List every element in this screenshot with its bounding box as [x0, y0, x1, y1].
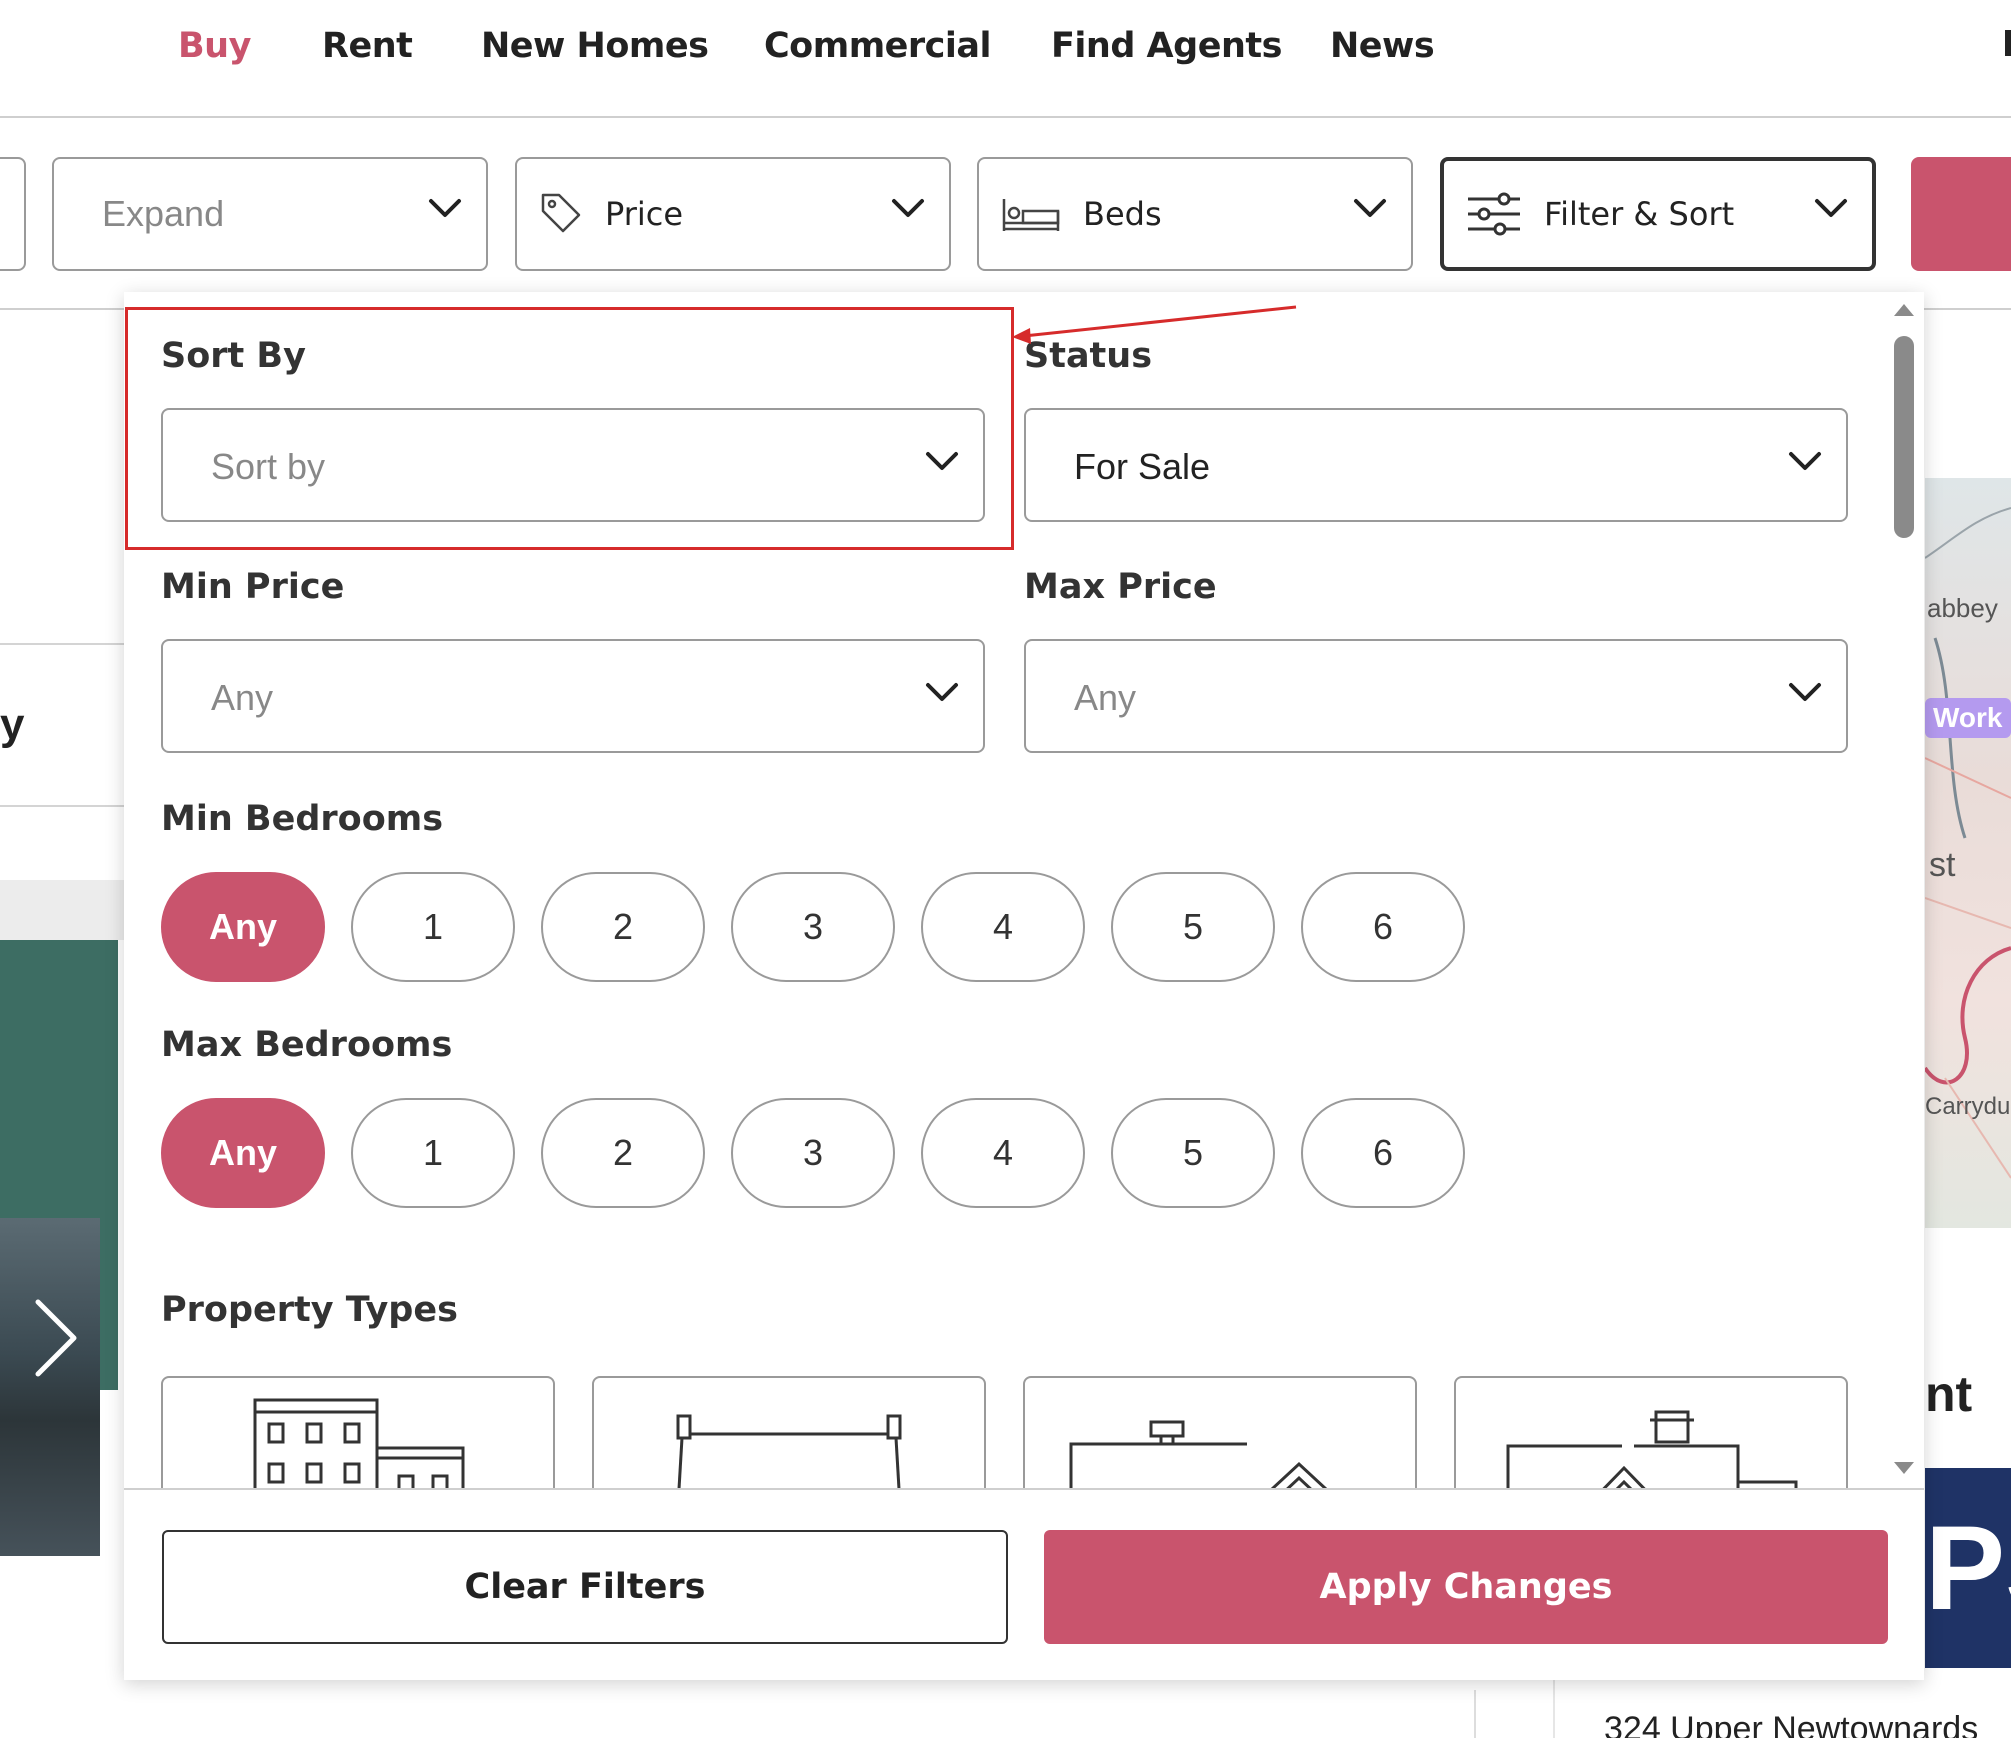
semi-detached-icon	[1069, 1420, 1328, 1488]
chevron-down-icon	[891, 197, 925, 224]
chevron-down-icon	[428, 197, 462, 224]
filter-sort-dropdown[interactable]: Filter & Sort	[1440, 157, 1876, 271]
max-bedrooms-option-2[interactable]: 2	[541, 1098, 705, 1208]
panel-scroll-area[interactable]: Sort By Sort by Status For Sale Min Pric…	[124, 292, 1924, 1488]
sort-by-select[interactable]: Sort by	[161, 408, 985, 522]
chevron-down-icon	[925, 681, 959, 708]
agent-address: 324 Upper Newtownards	[1604, 1710, 1979, 1738]
min-bedrooms-option-1[interactable]: 1	[351, 872, 515, 982]
min-bedrooms-option-any[interactable]: Any	[161, 872, 325, 982]
map-work-pill: Work	[1925, 698, 2011, 738]
background-panel	[0, 880, 125, 940]
nav-news[interactable]: News	[1330, 26, 1435, 66]
expand-dropdown[interactable]: Expand	[52, 157, 488, 271]
chevron-down-icon	[1353, 197, 1387, 224]
background-card-edge	[1470, 1690, 1476, 1738]
chevron-down-icon	[1788, 450, 1822, 477]
nav-commercial[interactable]: Commercial	[764, 26, 992, 66]
map-label: abbey	[1927, 593, 1998, 623]
scroll-down-icon[interactable]	[1892, 1460, 1916, 1481]
price-tag-icon	[539, 191, 583, 240]
min-bedrooms-option-3[interactable]: 3	[731, 872, 895, 982]
apply-changes-button[interactable]: Apply Changes	[1044, 1530, 1888, 1644]
min-price-select[interactable]: Any	[161, 639, 985, 753]
min-bedrooms-option-6[interactable]: 6	[1301, 872, 1465, 982]
nav-rent[interactable]: Rent	[322, 26, 413, 66]
map-preview[interactable]: abbey Work st Carrydu	[1925, 478, 2011, 1228]
max-bedrooms-option-3[interactable]: 3	[731, 1098, 895, 1208]
background-heading-fragment: nt	[1925, 1366, 1973, 1422]
terrace-icon	[676, 1414, 902, 1488]
location-field-partial[interactable]	[0, 157, 26, 271]
beds-label: Beds	[1083, 195, 1162, 233]
nav-buy[interactable]: Buy	[178, 26, 251, 66]
max-bedrooms-option-any[interactable]: Any	[161, 1098, 325, 1208]
chevron-down-icon	[1788, 681, 1822, 708]
max-bedrooms-option-4[interactable]: 4	[921, 1098, 1085, 1208]
apartment-icon	[253, 1398, 465, 1488]
background-text-fragment: y	[0, 700, 25, 749]
status-value: For Sale	[1074, 446, 1211, 487]
carousel-next-icon[interactable]	[30, 1296, 80, 1385]
background-divider	[0, 805, 124, 807]
agent-logo: PS	[1925, 1468, 2011, 1668]
max-price-select[interactable]: Any	[1024, 639, 1848, 753]
sort-by-placeholder: Sort by	[211, 446, 326, 487]
panel-footer: Clear Filters Apply Changes	[124, 1488, 1924, 1680]
status-label: Status	[1024, 336, 1153, 376]
map-label: Carrydu	[1925, 1093, 2011, 1120]
filter-sort-label: Filter & Sort	[1544, 195, 1735, 233]
min-bedrooms-option-4[interactable]: 4	[921, 872, 1085, 982]
property-type-apartment[interactable]	[161, 1376, 555, 1488]
price-dropdown[interactable]: Price	[515, 157, 951, 271]
min-price-placeholder: Any	[211, 677, 274, 718]
min-price-label: Min Price	[161, 567, 345, 607]
price-label: Price	[605, 195, 684, 233]
detached-icon	[1506, 1410, 1798, 1488]
top-navigation: Buy Rent New Homes Commercial Find Agent…	[0, 0, 2011, 118]
min-bedrooms-label: Min Bedrooms	[161, 799, 444, 839]
chevron-down-icon	[1814, 197, 1848, 224]
max-bedrooms-option-6[interactable]: 6	[1301, 1098, 1465, 1208]
clear-filters-button[interactable]: Clear Filters	[162, 1530, 1008, 1644]
background-divider	[0, 643, 124, 645]
max-bedrooms-option-5[interactable]: 5	[1111, 1098, 1275, 1208]
filter-sort-panel: Sort By Sort by Status For Sale Min Pric…	[124, 292, 1924, 1680]
property-type-semi-detached[interactable]	[1023, 1376, 1417, 1488]
search-button-partial[interactable]	[1911, 157, 2011, 271]
chevron-down-icon	[925, 450, 959, 477]
max-bedrooms-option-1[interactable]: 1	[351, 1098, 515, 1208]
max-price-label: Max Price	[1024, 567, 1217, 607]
background-photo	[0, 1218, 100, 1556]
sliders-icon	[1466, 191, 1522, 242]
panel-scrollbar-thumb[interactable]	[1894, 336, 1914, 538]
map-label: st	[1929, 846, 1956, 884]
max-bedrooms-label: Max Bedrooms	[161, 1025, 453, 1065]
nav-edge-mark	[2005, 30, 2011, 56]
bed-icon	[1001, 197, 1061, 238]
property-type-terrace[interactable]	[592, 1376, 986, 1488]
max-price-placeholder: Any	[1074, 677, 1137, 718]
min-bedrooms-option-2[interactable]: 2	[541, 872, 705, 982]
min-bedrooms-option-5[interactable]: 5	[1111, 872, 1275, 982]
property-type-detached[interactable]	[1454, 1376, 1848, 1488]
beds-dropdown[interactable]: Beds	[977, 157, 1413, 271]
nav-find-agents[interactable]: Find Agents	[1051, 26, 1282, 66]
sort-by-label: Sort By	[161, 336, 306, 376]
expand-placeholder: Expand	[102, 193, 225, 234]
scroll-up-icon[interactable]	[1892, 302, 1916, 323]
filter-bar: Expand Price Beds Filter & Sort	[0, 118, 2011, 310]
property-types-label: Property Types	[161, 1290, 458, 1330]
status-select[interactable]: For Sale	[1024, 408, 1848, 522]
nav-new-homes[interactable]: New Homes	[481, 26, 709, 66]
agent-logo-text: PS	[1925, 1501, 2011, 1635]
